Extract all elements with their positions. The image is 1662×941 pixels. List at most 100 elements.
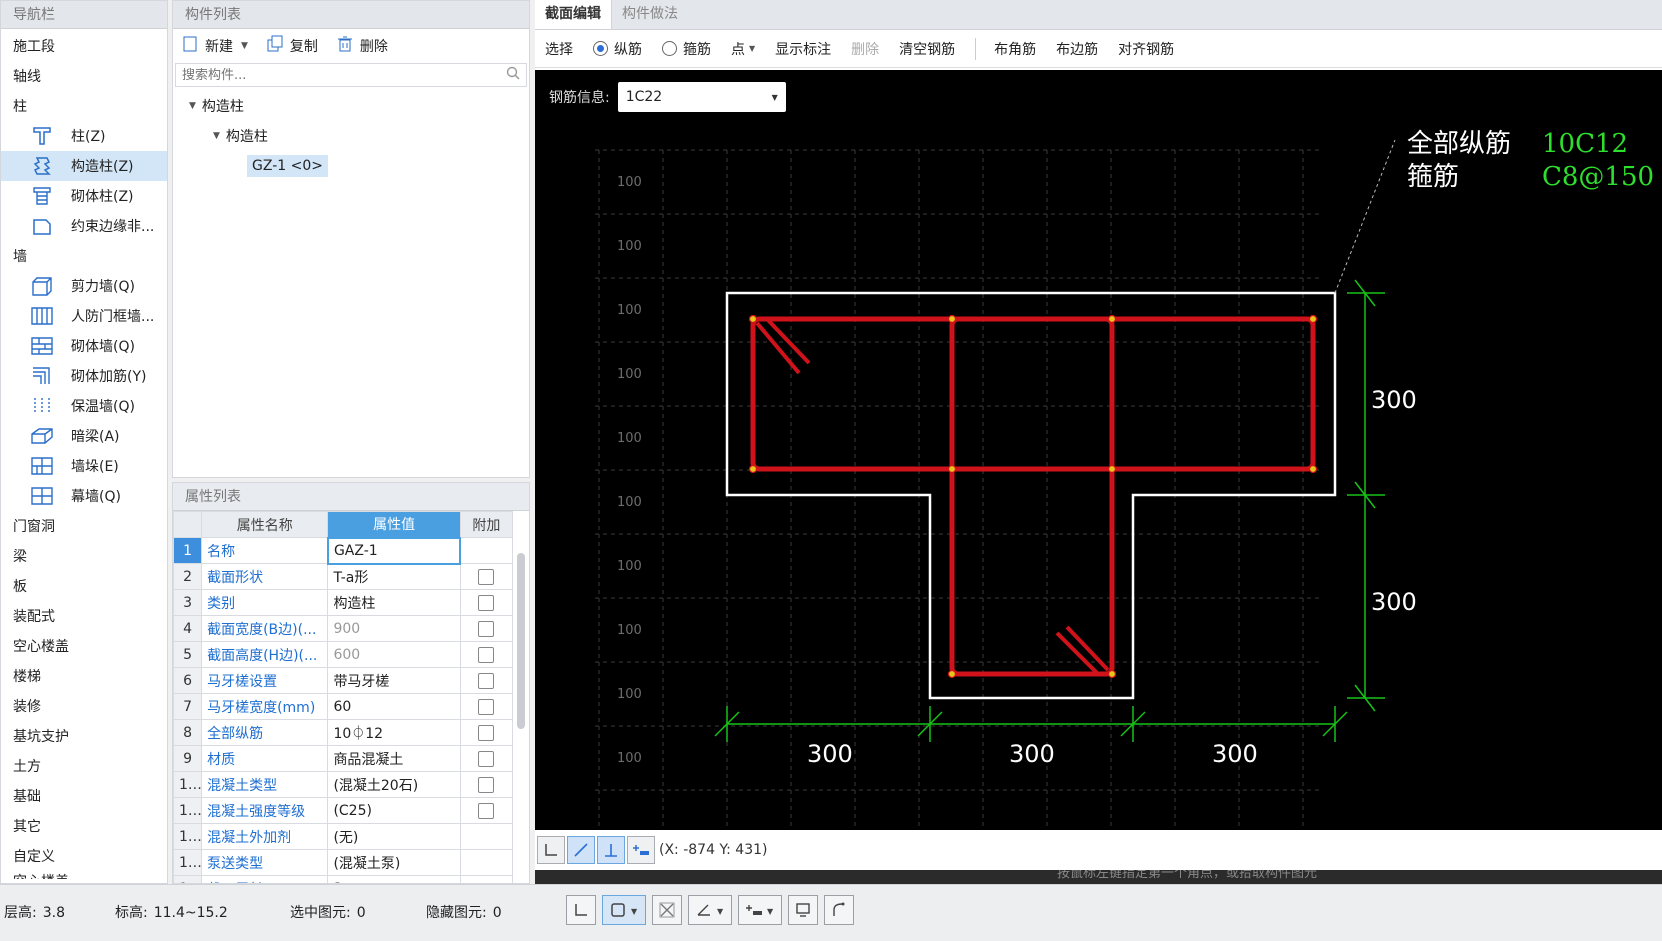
- property-value[interactable]: (C25): [327, 797, 461, 824]
- nav-item[interactable]: 土方: [1, 751, 167, 781]
- nav-item[interactable]: 暗梁(A): [1, 421, 167, 451]
- nav-item[interactable]: 砌体加筋(Y): [1, 361, 167, 391]
- property-row[interactable]: 7 马牙槎宽度(mm) 60: [173, 693, 514, 720]
- nav-item[interactable]: 基坑支护: [1, 721, 167, 751]
- select-button[interactable]: 选择: [545, 39, 573, 59]
- corner-rebar-button[interactable]: 布角筋: [994, 39, 1036, 59]
- tree-node[interactable]: ▼ 构造柱: [173, 121, 529, 151]
- nav-item[interactable]: 门窗洞: [1, 511, 167, 541]
- longitudinal-radio[interactable]: 纵筋: [593, 39, 642, 59]
- tree-leaf-selected[interactable]: GZ-1 <0>: [247, 155, 328, 177]
- property-value[interactable]: 600: [327, 641, 461, 668]
- offset-snap-button[interactable]: ▼: [738, 895, 782, 925]
- property-value[interactable]: 3: [327, 875, 461, 883]
- property-value[interactable]: 900: [327, 615, 461, 642]
- copy-button[interactable]: 复制: [266, 35, 318, 57]
- nav-item[interactable]: 幕墙(Q): [1, 481, 167, 511]
- property-row[interactable]: 5 截面高度(H边)(... 600: [173, 641, 514, 668]
- delete-rebar-button[interactable]: 删除: [851, 39, 879, 59]
- properties-scrollbar[interactable]: [513, 511, 527, 883]
- tree-node[interactable]: GZ-1 <0>: [173, 151, 529, 181]
- ortho-tool-button[interactable]: [537, 836, 565, 864]
- stirrup-radio[interactable]: 箍筋: [662, 39, 711, 59]
- property-value[interactable]: 构造柱: [327, 589, 461, 616]
- ortho-snap-button[interactable]: [566, 895, 596, 925]
- property-value[interactable]: 10⏀12: [327, 719, 461, 746]
- property-row[interactable]: 8 全部纵筋 10⏀12: [173, 719, 514, 746]
- radio-selected-icon[interactable]: [593, 41, 608, 56]
- property-value[interactable]: 商品混凝土: [327, 745, 461, 772]
- property-value[interactable]: 带马牙槎: [327, 667, 461, 694]
- nav-item[interactable]: 砌体墙(Q): [1, 331, 167, 361]
- property-value[interactable]: (混凝土20石): [327, 771, 461, 798]
- extra-checkbox[interactable]: [478, 802, 495, 819]
- property-row[interactable]: 12 混凝土外加剂 (无): [173, 823, 514, 850]
- property-row[interactable]: 15截面周长(m)3: [173, 875, 514, 883]
- new-button[interactable]: 新建 ▼: [181, 35, 248, 57]
- nav-item[interactable]: 空心楼盖: [1, 631, 167, 661]
- drawing-canvas[interactable]: 钢筋信息: 1C22 ▼ 100 100 100 100 100 100 100 100 100…: [535, 70, 1662, 830]
- object-snap-button[interactable]: ▼: [602, 895, 646, 925]
- nav-item[interactable]: 构造柱(Z): [1, 151, 167, 181]
- nav-item[interactable]: 装修: [1, 691, 167, 721]
- nav-item[interactable]: 柱(Z): [1, 121, 167, 151]
- search-input[interactable]: [182, 67, 482, 83]
- clear-rebar-button[interactable]: 清空钢筋: [899, 39, 955, 59]
- nav-item[interactable]: 保温墙(Q): [1, 391, 167, 421]
- property-row[interactable]: 3 类别 构造柱: [173, 589, 514, 616]
- align-rebar-button[interactable]: 对齐钢筋: [1118, 39, 1174, 59]
- search-icon[interactable]: [506, 66, 520, 84]
- point-dropdown[interactable]: 点 ▼: [731, 39, 755, 59]
- extra-checkbox[interactable]: [478, 724, 495, 741]
- tab-section-edit[interactable]: 截面编辑: [535, 0, 612, 29]
- property-row[interactable]: 6 马牙槎设置 带马牙槎: [173, 667, 514, 694]
- extra-checkbox[interactable]: [478, 672, 495, 689]
- property-row[interactable]: 2 截面形状 T-a形: [173, 563, 514, 590]
- property-value[interactable]: 60: [327, 693, 461, 720]
- edge-rebar-button[interactable]: 布边筋: [1056, 39, 1098, 59]
- nav-item[interactable]: 施工段: [1, 31, 167, 61]
- nav-item[interactable]: 梁: [1, 541, 167, 571]
- tab-component-method[interactable]: 构件做法: [612, 0, 688, 29]
- property-value[interactable]: (无): [327, 823, 461, 850]
- arc-tool-button[interactable]: [824, 895, 854, 925]
- nav-item[interactable]: 墙垛(E): [1, 451, 167, 481]
- tree-node[interactable]: ▼ 构造柱: [173, 91, 529, 121]
- extra-checkbox[interactable]: [478, 776, 495, 793]
- nav-item-clipped[interactable]: 空心楼盖: [1, 871, 167, 879]
- nav-item[interactable]: 剪力墙(Q): [1, 271, 167, 301]
- search-field[interactable]: [175, 63, 527, 87]
- extra-checkbox[interactable]: [478, 750, 495, 767]
- delete-button[interactable]: 删除: [336, 35, 388, 57]
- property-row[interactable]: 13 泵送类型 (混凝土泵): [173, 849, 514, 876]
- extra-checkbox[interactable]: [478, 568, 495, 585]
- extra-checkbox[interactable]: [478, 646, 495, 663]
- nav-item[interactable]: 砌体柱(Z): [1, 181, 167, 211]
- expand-triangle-icon[interactable]: ▼: [213, 131, 220, 141]
- property-row[interactable]: 4 截面宽度(B边)(... 900: [173, 615, 514, 642]
- nav-item[interactable]: 墙: [1, 241, 167, 271]
- property-row[interactable]: 9 材质 商品混凝土: [173, 745, 514, 772]
- nav-item[interactable]: 约束边缘非...: [1, 211, 167, 241]
- property-row[interactable]: 10 混凝土类型 (混凝土20石): [173, 771, 514, 798]
- extra-checkbox[interactable]: [478, 620, 495, 637]
- nav-item[interactable]: 轴线: [1, 61, 167, 91]
- property-value[interactable]: (混凝土泵): [327, 849, 461, 876]
- display-toggle-button[interactable]: [788, 895, 818, 925]
- nav-item[interactable]: 自定义: [1, 841, 167, 871]
- property-row[interactable]: 11 混凝土强度等级 (C25): [173, 797, 514, 824]
- angle-snap-button[interactable]: ▼: [688, 895, 732, 925]
- extra-checkbox[interactable]: [478, 594, 495, 611]
- line-tool-button[interactable]: [567, 836, 595, 864]
- show-label-button[interactable]: 显示标注: [775, 39, 831, 59]
- scrollbar-thumb[interactable]: [517, 553, 525, 729]
- nav-item[interactable]: 楼梯: [1, 661, 167, 691]
- nav-item[interactable]: 其它: [1, 811, 167, 841]
- nav-item[interactable]: 人防门框墙...: [1, 301, 167, 331]
- radio-unselected-icon[interactable]: [662, 41, 677, 56]
- nav-item[interactable]: 装配式: [1, 601, 167, 631]
- extra-checkbox[interactable]: [478, 698, 495, 715]
- property-value[interactable]: GAZ-1: [326, 536, 462, 565]
- property-value[interactable]: T-a形: [327, 563, 461, 590]
- cross-snap-button[interactable]: [652, 895, 682, 925]
